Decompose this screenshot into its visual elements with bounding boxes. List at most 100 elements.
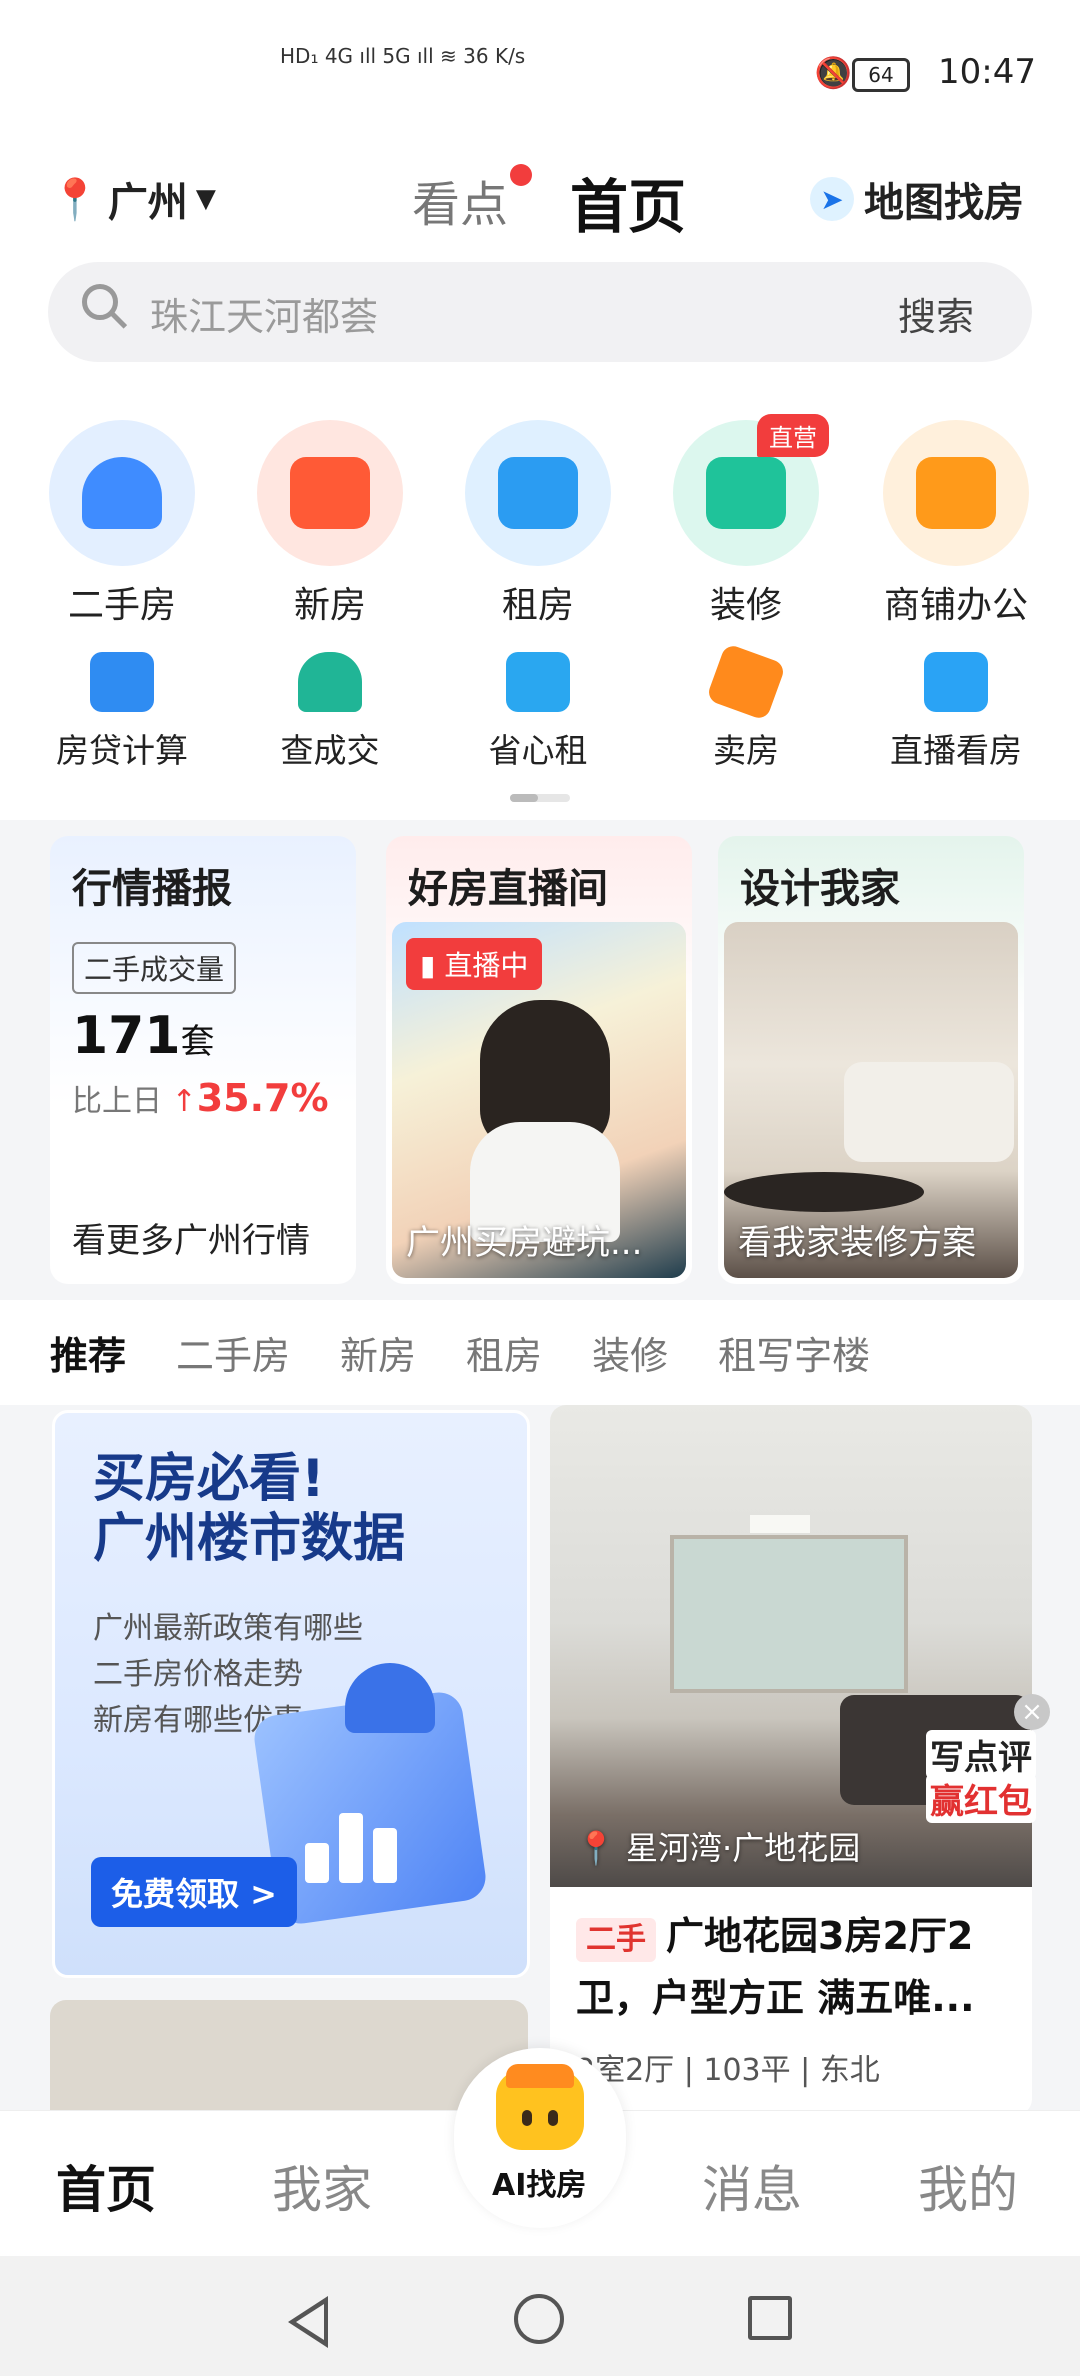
nav-mine[interactable]: 我的 [918,2150,1018,2222]
battery-level: 64 [852,58,910,92]
compare-text: 比上日 ↑35.7% [72,1076,329,1120]
check-icon [506,652,570,712]
location-pin-icon: 📍 [50,176,100,223]
notification-dot [510,164,532,186]
search-input[interactable]: 珠江天河都荟 [150,286,378,341]
tag-icon [705,642,787,722]
promo-title: 买房必看! 广州楼市数据 [93,1449,406,1569]
map-find-label: 地图找房 [864,180,1024,226]
sofa-shape [844,1062,1014,1162]
living-room-photo[interactable]: 看我家装修方案 [724,922,1018,1278]
live-room-card[interactable]: 好房直播间 ▮ 直播中 广州买房避坑... [386,836,692,1284]
home-circle-icon[interactable] [514,2294,564,2344]
grid-label: 查成交 [280,731,380,770]
recent-apps-icon[interactable] [748,2296,792,2340]
grid-label: 新房 [293,585,366,626]
tab-zhuangxiu[interactable]: 装修 [592,1325,668,1380]
status-bar [0,0,1080,140]
card-title: 行情播报 [72,866,232,912]
mascot-hat-illustration [345,1663,435,1733]
free-claim-button[interactable]: 免费领取 > [91,1857,297,1927]
location-pin-icon: 📍 [576,1829,616,1867]
grid-label: 卖房 [713,731,779,770]
promo-line: 广州最新政策有哪些 [93,1611,363,1646]
ceiling-lamp [750,1515,810,1533]
grid-label: 二手房 [67,585,176,626]
feed-tabs: 推荐 二手房 新房 租房 装修 租写字楼 [50,1325,870,1380]
promo-line: 二手房价格走势 [93,1657,303,1692]
grid-label: 房贷计算 [56,731,188,770]
search-button[interactable]: 搜索 [898,286,974,341]
chevron-down-icon: ▼ [195,184,216,214]
review-reward-floater-line2[interactable]: 赢红包 [926,1774,1036,1823]
bar-chart-icon [305,1793,425,1883]
house-icon [49,420,195,566]
deal-count: 171套 [72,1006,215,1066]
city-name: 广州 [107,180,188,226]
live-stream-thumbnail[interactable]: ▮ 直播中 广州买房避坑... [392,922,686,1278]
grid-item-deals[interactable]: 查成交 [240,652,420,772]
grid-item-xinfang[interactable]: 新房 [240,420,420,628]
tab-office-rent[interactable]: 租写字楼 [718,1325,870,1380]
grid-item-sell[interactable]: 卖房 [656,642,836,772]
card-title: 设计我家 [740,866,900,912]
up-arrow-icon: ↑ [171,1084,197,1119]
live-caption: 广州买房避坑... [406,1223,643,1263]
grid-item-live-viewing[interactable]: 直播看房 [866,652,1046,772]
market-data-promo[interactable]: 买房必看! 广州楼市数据 广州最新政策有哪些 二手房价格走势 新房有哪些优惠 免费… [52,1410,530,1978]
grid-label: 租房 [501,585,574,626]
mute-bell-icon: 🔕 [814,56,852,91]
page-indicator-active [510,794,538,802]
metric-badge: 二手成交量 [72,942,237,994]
live-badge: ▮ 直播中 [406,938,543,990]
card-title: 好房直播间 [408,866,608,912]
next-feed-card[interactable] [50,2000,528,2120]
tab-recommend[interactable]: 推荐 [50,1325,126,1380]
listing-location: 📍 星河湾·广地花园 [576,1829,861,1867]
nav-myhome[interactable]: 我家 [272,2150,372,2222]
tab-xinfang[interactable]: 新房 [340,1325,416,1380]
grid-label: 省心租 [488,731,588,770]
listing-title[interactable]: 二手 广地花园3房2厅2卫，户型方正 满五唯... [576,1905,1016,2029]
nav-home[interactable]: 首页 [56,2150,156,2222]
grid-label: 商铺办公 [883,585,1028,626]
calculator-icon [90,652,154,712]
grid-item-calculator[interactable]: 房贷计算 [32,652,212,772]
table-shape [724,1172,924,1212]
status-time: 10:47 [938,52,1036,92]
grid-item-worryfree-rent[interactable]: 省心租 [448,652,628,772]
nav-messages[interactable]: 消息 [702,2150,802,2222]
market-report-card[interactable]: 行情播报 二手成交量 171套 比上日 ↑35.7% 看更多广州行情 [50,836,356,1284]
grid-item-zufang[interactable]: 租房 [448,420,628,628]
ershou-tag: 二手 [576,1918,656,1962]
grid-item-ershoufang[interactable]: 二手房 [32,420,212,628]
window-shape [670,1535,908,1693]
listing-meta: 2室2厅 | 103平 | 东北 [576,2053,880,2088]
map-find-button[interactable]: ➤ 地图找房 [810,170,1024,228]
grid-label: 直播看房 [890,731,1022,770]
city-selector[interactable]: 📍 广州 ▼ [50,170,216,228]
page-title[interactable]: 首页 [570,160,686,244]
sofa-icon [465,420,611,566]
ai-find-label: AI找房 [492,2168,587,2203]
grid-label: 装修 [709,585,782,626]
stamp-icon [298,652,362,712]
tab-ershoufang[interactable]: 二手房 [176,1325,290,1380]
zhiying-badge: 直营 [757,414,829,457]
navigation-arrow-icon: ➤ [810,177,854,221]
ai-mascot-hat [506,2064,574,2088]
tv-play-icon [924,652,988,712]
network-status: HD₁ 4G ıll 5G ıll ≋ 36 K/s [280,44,526,68]
signal-bars-icon: ▮ [420,949,436,982]
back-icon-inner [296,2304,324,2340]
tab-kandian[interactable]: 看点 [412,165,508,235]
review-reward-floater[interactable]: 写点评 [926,1730,1036,1779]
shop-icon [883,420,1029,566]
tab-zufang[interactable]: 租房 [466,1325,542,1380]
design-caption: 看我家装修方案 [738,1223,976,1263]
grid-item-shangpu[interactable]: 商铺办公 [866,420,1046,628]
card-footer-link[interactable]: 看更多广州行情 [72,1213,310,1262]
close-icon[interactable]: × [1014,1694,1050,1730]
design-my-home-card[interactable]: 设计我家 看我家装修方案 [718,836,1024,1284]
building-icon [257,420,403,566]
